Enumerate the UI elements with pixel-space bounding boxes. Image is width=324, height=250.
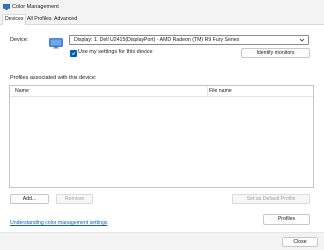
- profiles-button[interactable]: Profiles: [263, 214, 310, 225]
- footer-bar: [0, 233, 324, 250]
- remove-button[interactable]: Remove: [56, 194, 93, 204]
- tab-advanced[interactable]: Advanced: [54, 15, 77, 24]
- set-default-profile-label: Set as Default Profile: [246, 196, 296, 202]
- tab-advanced-label: Advanced: [54, 16, 78, 22]
- window-title: Color Management: [12, 4, 59, 10]
- tab-devices[interactable]: Devices: [2, 14, 27, 25]
- title-bar: Color Management: [0, 0, 324, 14]
- remove-button-label: Remove: [64, 196, 85, 202]
- profiles-button-label: Profiles: [277, 216, 296, 222]
- close-button-label: Close: [293, 239, 307, 245]
- device-dropdown-value: Display: 1. Dell U2415(DisplayPort) - AM…: [74, 37, 240, 43]
- identify-monitors-label: Identify monitors: [256, 50, 295, 56]
- chevron-down-icon: [299, 38, 305, 42]
- tab-all-profiles[interactable]: All Profiles: [27, 15, 52, 24]
- checkmark-icon: [71, 52, 76, 56]
- tab-strip: Devices All Profiles Advanced: [0, 14, 324, 25]
- monitor-icon: [49, 38, 63, 49]
- use-settings-label[interactable]: Use my settings for this device: [78, 49, 153, 56]
- add-button[interactable]: Add...: [10, 194, 49, 204]
- column-header-file-name[interactable]: File name: [209, 87, 232, 95]
- set-default-profile-button[interactable]: Set as Default Profile: [232, 194, 310, 204]
- add-button-label: Add...: [22, 196, 37, 202]
- profiles-list[interactable]: Name File name: [9, 85, 314, 188]
- identify-monitors-button[interactable]: Identify monitors: [241, 48, 310, 58]
- device-label: Device:: [10, 37, 29, 43]
- profiles-list-header: Name File name: [10, 86, 313, 97]
- tab-all-profiles-label: All Profiles: [27, 16, 52, 22]
- close-button[interactable]: Close: [282, 237, 318, 247]
- color-management-help-link[interactable]: Understanding color management settings: [10, 220, 107, 227]
- use-settings-checkbox[interactable]: [70, 50, 77, 57]
- tab-devices-label: Devices: [5, 16, 24, 22]
- color-management-icon: [3, 4, 10, 10]
- profiles-section-label: Profiles associated with this device:: [10, 75, 97, 81]
- column-header-name[interactable]: Name: [15, 87, 29, 95]
- column-divider[interactable]: [207, 86, 208, 96]
- device-dropdown[interactable]: Display: 1. Dell U2415(DisplayPort) - AM…: [69, 35, 309, 45]
